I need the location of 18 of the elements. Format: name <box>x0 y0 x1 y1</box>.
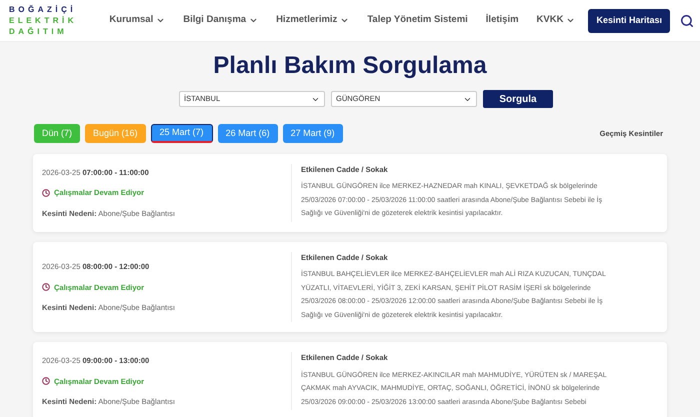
page-title: Planlı Bakım Sorgulama <box>212 52 488 80</box>
nav-link[interactable]: Hizmetlerimiz <box>267 13 358 28</box>
caret-icon <box>340 16 350 25</box>
query-button[interactable]: Sorgula <box>483 90 553 108</box>
nav-link[interactable]: İletişim <box>476 13 528 28</box>
search-icon[interactable] <box>680 14 694 28</box>
caret-icon <box>566 16 576 25</box>
clock-icon <box>42 377 50 386</box>
nav-link[interactable]: Talep Yönetim Sistemi <box>358 13 477 28</box>
clock-icon <box>42 189 50 197</box>
caret-icon <box>156 16 166 25</box>
map-button[interactable]: Kesinti Haritası <box>588 8 670 32</box>
nav-link[interactable]: Kurumsal <box>100 13 174 28</box>
nav-link[interactable]: Bilgi Danışma <box>174 13 268 28</box>
logo[interactable]: BOĞAZİÇİ ELEKTRİK DAĞITIM <box>9 4 77 37</box>
clock-icon <box>42 283 50 292</box>
caret-icon <box>249 16 258 25</box>
nav-link[interactable]: KVKK <box>528 13 584 28</box>
